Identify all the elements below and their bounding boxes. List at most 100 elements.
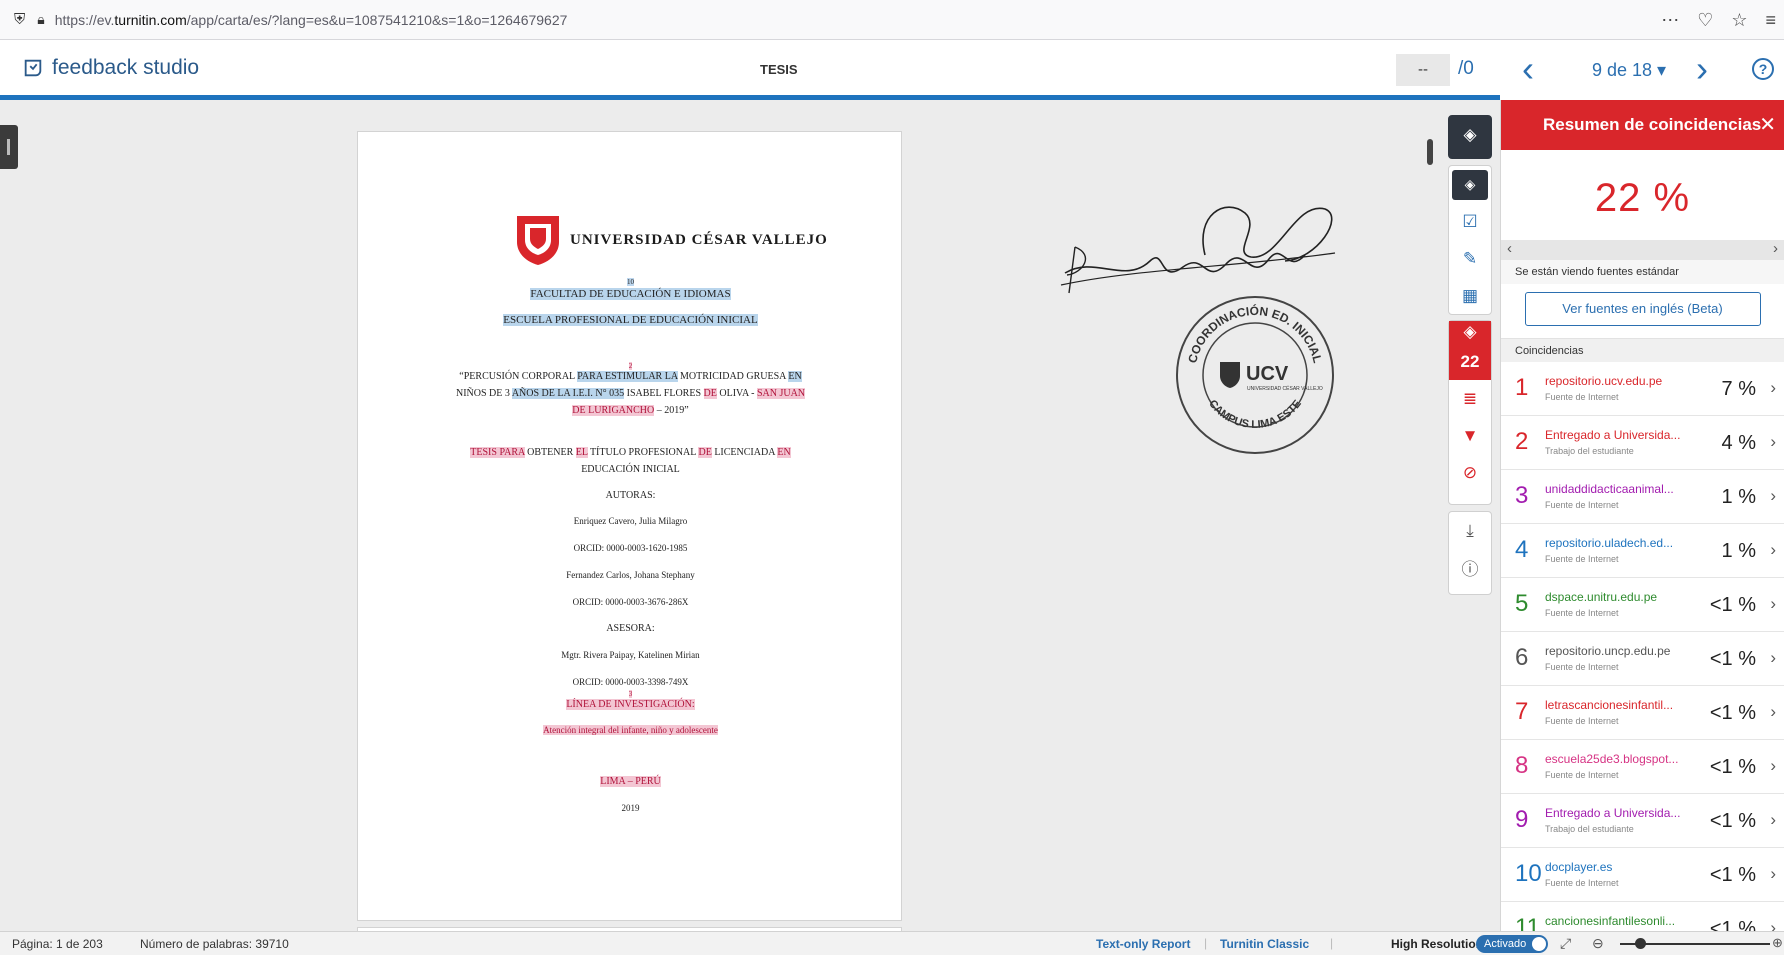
match-source[interactable]: letrascancionesinfantil... (1545, 698, 1695, 712)
panel-horizontal-scroll[interactable]: ‹ › (1501, 240, 1784, 260)
chevron-right-icon[interactable]: › (1770, 756, 1776, 776)
chevron-right-icon[interactable]: › (1770, 378, 1776, 398)
chevron-right-icon[interactable]: › (1770, 810, 1776, 830)
chevron-right-icon[interactable]: › (1770, 540, 1776, 560)
match-source[interactable]: repositorio.uladech.ed... (1545, 536, 1695, 550)
match-source[interactable]: cancionesinfantilesonli... (1545, 914, 1695, 928)
chevron-right-icon[interactable]: › (1770, 486, 1776, 506)
zoom-in-icon[interactable]: ⊕ (1772, 935, 1783, 951)
match-marker[interactable]: 3 (628, 690, 633, 698)
match-item[interactable]: 3 unidaddidacticaanimal... Fuente de Inter… (1501, 470, 1784, 524)
match-list: 1 repositorio.ucv.edu.pe Fuente de Interne… (1501, 362, 1784, 931)
school-text[interactable]: ESCUELA PROFESIONAL DE EDUCACIÓN INICIAL (503, 314, 758, 326)
chevron-right-icon[interactable]: › (1770, 432, 1776, 452)
match-percentage: <1 % (1709, 864, 1756, 886)
match-item[interactable]: 4 repositorio.uladech.ed... Fuente de Inte… (1501, 524, 1784, 578)
rubric-grid-icon[interactable]: ▦ (1449, 277, 1491, 314)
authors-label: AUTORAS: (605, 490, 656, 501)
orcid-1: ORCID: 0000-0003-1620-1985 (573, 543, 688, 553)
research-line-text[interactable]: Atención integral del infante, niño y ad… (543, 725, 718, 735)
title-line-3: DE LURIGANCHO – 2019” (572, 405, 689, 416)
advisor-label: ASESORA: (606, 623, 655, 634)
exclude-icon[interactable]: ⊘ (1449, 454, 1491, 491)
match-overview-panel: Resumen de coincidencias ✕ 22 % ‹ › Se e… (1500, 100, 1784, 931)
chevron-right-icon[interactable]: › (1770, 648, 1776, 668)
pocket-icon[interactable]: ♡ (1697, 10, 1713, 31)
university-name: UNIVERSIDAD CÉSAR VALLEJO (570, 232, 828, 248)
match-item[interactable]: 1 repositorio.ucv.edu.pe Fuente de Interne… (1501, 362, 1784, 416)
match-percentage: 4 % (1721, 432, 1756, 454)
chevron-right-icon[interactable]: › (1770, 702, 1776, 722)
match-number: 5 (1515, 590, 1529, 617)
status-bar: Página: 1 de 203 Número de palabras: 397… (0, 931, 1784, 955)
city-text[interactable]: LIMA – PERÚ (600, 776, 661, 787)
layers-icon[interactable]: ◈ (1449, 116, 1491, 153)
similarity-score-button[interactable]: 22 (1449, 343, 1491, 380)
grading-check-icon[interactable]: ☑ (1449, 203, 1491, 240)
fullscreen-icon[interactable]: ⤢ (1560, 935, 1571, 952)
research-line-label[interactable]: LÍNEA DE INVESTIGACIÓN: (566, 699, 695, 710)
match-item[interactable]: 7 letrascancionesinfantil... Fuente de Int… (1501, 686, 1784, 740)
title-line-1: “PERCUSIÓN CORPORAL PARA ESTIMULAR LA MO… (459, 371, 802, 382)
previous-paper-button[interactable]: ‹ (1522, 48, 1534, 90)
match-source-type: Fuente de Internet (1545, 770, 1619, 780)
match-number: 11 (1515, 914, 1540, 931)
document-scrollbar[interactable] (1427, 139, 1433, 165)
match-source[interactable]: escuela25de3.blogspot... (1545, 752, 1695, 766)
match-source[interactable]: unidaddidacticaanimal... (1545, 482, 1695, 496)
match-source[interactable]: repositorio.uncp.edu.pe (1545, 644, 1695, 658)
match-marker[interactable]: 10 (627, 278, 634, 286)
help-icon[interactable]: ? (1752, 58, 1774, 80)
match-source[interactable]: dspace.unitru.edu.pe (1545, 590, 1695, 604)
match-item[interactable]: 10 docplayer.es Fuente de Internet <1 % › (1501, 848, 1784, 902)
chevron-right-icon[interactable]: › (1770, 594, 1776, 614)
similarity-layer-icon[interactable]: ◈ (1449, 321, 1491, 343)
close-icon[interactable]: ✕ (1759, 100, 1776, 150)
turnitin-classic-link[interactable]: Turnitin Classic (1220, 937, 1309, 951)
text-only-report-link[interactable]: Text-only Report (1096, 937, 1190, 951)
all-sources-icon[interactable]: ≣ (1449, 380, 1491, 417)
match-percentage: 7 % (1721, 378, 1756, 400)
match-source[interactable]: repositorio.ucv.edu.pe (1545, 374, 1695, 388)
match-item[interactable]: 6 repositorio.uncp.edu.pe Fuente de Intern… (1501, 632, 1784, 686)
match-item[interactable]: 5 dspace.unitru.edu.pe Fuente de Internet <… (1501, 578, 1784, 632)
advisor-name: Mgtr. Rivera Paipay, Katelinen Mirian (561, 650, 700, 660)
match-number: 8 (1515, 752, 1529, 779)
next-paper-button[interactable]: › (1696, 48, 1708, 90)
match-source[interactable]: docplayer.es (1545, 860, 1695, 874)
zoom-slider-handle[interactable] (1635, 938, 1646, 949)
paper-indicator-dropdown[interactable]: 9 de 18 ▾ (1592, 60, 1666, 81)
word-count: Número de palabras: 39710 (140, 937, 289, 951)
faculty-text[interactable]: FACULTAD DE EDUCACIÓN E IDIOMAS (530, 288, 731, 300)
match-number: 9 (1515, 806, 1529, 833)
match-item[interactable]: 9 Entregado a Universida... Trabajo del es… (1501, 794, 1784, 848)
english-sources-button[interactable]: Ver fuentes en inglés (Beta) (1524, 292, 1761, 326)
chevron-right-icon[interactable]: › (1773, 240, 1778, 258)
match-item[interactable]: 2 Entregado a Universida... Trabajo del es… (1501, 416, 1784, 470)
grade-input[interactable]: -- (1396, 54, 1450, 86)
high-resolution-label: High Resolution (1391, 937, 1483, 951)
url-field[interactable]: https://ev.turnitin.com/app/carta/es/?la… (55, 12, 568, 28)
menu-icon[interactable]: ≡ (1765, 10, 1776, 31)
chevron-left-icon[interactable]: ‹ (1507, 240, 1512, 258)
bookmark-star-icon[interactable]: ☆ (1731, 10, 1747, 31)
edit-feedback-icon[interactable]: ✎ (1449, 240, 1491, 277)
layers-toggle-icon[interactable]: ◈ (1452, 169, 1488, 200)
high-resolution-toggle[interactable]: Activado (1476, 935, 1548, 953)
match-item[interactable]: 11cancionesinfantilesonli...Fuente de In… (1501, 902, 1784, 931)
match-source[interactable]: Entregado a Universida... (1545, 428, 1695, 442)
side-drawer-handle[interactable] (0, 125, 18, 169)
orcid-2: ORCID: 0000-0003-3676-286X (572, 597, 689, 607)
match-source[interactable]: Entregado a Universida... (1545, 806, 1695, 820)
match-marker[interactable]: 2 (628, 362, 633, 370)
match-item[interactable]: 8 escuela25de3.blogspot... Fuente de Inter… (1501, 740, 1784, 794)
shield-icon[interactable]: ⛨ (14, 11, 25, 28)
more-icon[interactable]: ⋯ (1661, 10, 1679, 31)
download-icon[interactable]: ⤓ (1449, 512, 1491, 549)
info-icon[interactable]: ⓘ (1449, 549, 1491, 586)
filter-icon[interactable]: ▼ (1449, 417, 1491, 454)
chevron-right-icon[interactable]: › (1770, 864, 1776, 884)
feedback-studio-logo[interactable]: feedback studio (22, 56, 199, 80)
zoom-out-icon[interactable]: ⊖ (1592, 935, 1604, 952)
chevron-right-icon[interactable]: › (1770, 918, 1776, 931)
